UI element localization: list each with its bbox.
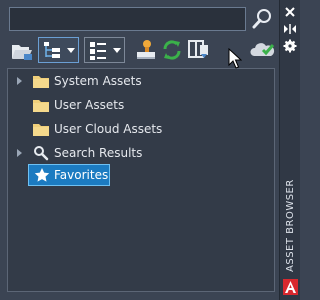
palette-title-bar: ASSET BROWSER <box>279 0 300 300</box>
cloud-sync-button[interactable] <box>250 37 276 63</box>
tree-node-user-cloud-assets[interactable]: User Cloud Assets <box>8 118 268 140</box>
export-button[interactable] <box>187 37 211 63</box>
search-icon <box>34 146 49 161</box>
tree-node-label: User Assets <box>54 98 125 112</box>
tree-node-label: System Assets <box>54 74 142 88</box>
export-icon <box>188 40 208 58</box>
chevron-down-icon <box>113 48 121 53</box>
refresh-icon <box>163 40 181 60</box>
expand-arrow-icon[interactable] <box>17 149 22 157</box>
close-icon <box>285 7 295 17</box>
star-icon <box>34 168 50 182</box>
list-view-dropdown[interactable] <box>84 37 125 63</box>
asset-tree: System Assets User Assets User Cloud Ass… <box>7 68 275 292</box>
settings-button[interactable] <box>282 38 298 53</box>
stamp-button[interactable] <box>133 37 157 63</box>
close-button[interactable] <box>282 4 298 18</box>
tree-node-system-assets[interactable]: System Assets <box>8 70 268 92</box>
list-view-icon <box>90 42 106 60</box>
refresh-button[interactable] <box>160 37 184 63</box>
tree-node-user-assets[interactable]: User Assets <box>8 94 268 116</box>
folder-icon <box>33 76 49 88</box>
mouse-cursor-icon <box>228 48 242 69</box>
settings-icon <box>283 39 297 53</box>
chevron-down-icon <box>67 48 75 53</box>
open-folder-button[interactable] <box>10 37 34 63</box>
tree-node-label: User Cloud Assets <box>54 122 163 136</box>
asset-browser-panel: System Assets User Assets User Cloud Ass… <box>0 0 279 300</box>
folder-icon <box>33 124 49 136</box>
auto-hide-icon <box>284 24 296 34</box>
search-magnifier-icon <box>252 9 271 29</box>
search-button[interactable] <box>250 7 274 31</box>
cloud-check-icon <box>250 43 275 56</box>
tree-view-dropdown[interactable] <box>38 37 79 63</box>
tree-view-icon <box>44 42 60 58</box>
asset-browser-window: System Assets User Assets User Cloud Ass… <box>0 0 300 300</box>
auto-hide-button[interactable] <box>282 21 298 35</box>
tree-node-favorites[interactable]: Favorites <box>28 164 110 186</box>
tree-node-label: Favorites <box>54 168 109 182</box>
palette-title: ASSET BROWSER <box>285 179 296 272</box>
stamp-icon <box>137 40 155 59</box>
folder-open-icon <box>12 45 32 60</box>
tree-node-search-results[interactable]: Search Results <box>8 142 268 164</box>
search-input[interactable] <box>9 7 246 31</box>
expand-arrow-icon[interactable] <box>17 77 22 85</box>
tree-node-label: Search Results <box>54 146 143 160</box>
folder-icon <box>33 100 49 112</box>
app-logo-icon <box>283 279 298 295</box>
autodesk-logo <box>283 279 298 295</box>
